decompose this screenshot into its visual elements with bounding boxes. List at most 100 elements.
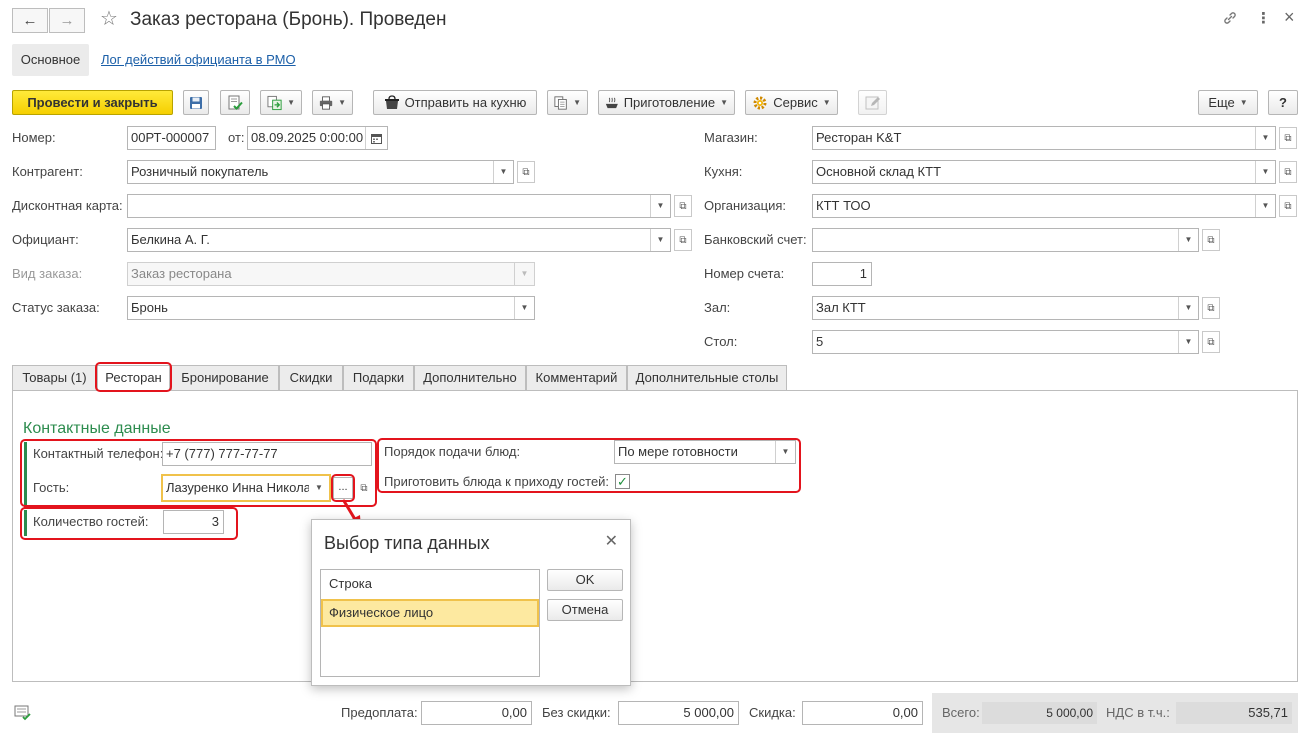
post-and-close-button[interactable]: Провести и закрыть xyxy=(12,90,173,115)
cooking-icon xyxy=(605,97,618,108)
printer-icon xyxy=(319,95,333,110)
post-and-close-label: Провести и закрыть xyxy=(27,95,158,110)
order-status-label: Статус заказа: xyxy=(12,300,100,315)
more-options-icon[interactable]: ⋮ xyxy=(1256,10,1271,28)
order-type-label: Вид заказа: xyxy=(12,266,83,281)
hall-value: Зал КТТ xyxy=(816,300,866,315)
number-field[interactable]: 00РТ-000007 xyxy=(127,126,216,150)
chevron-down-icon: ▼ xyxy=(822,98,831,107)
chevron-down-icon[interactable]: ▼ xyxy=(1255,127,1275,149)
annotation-highlight-tab xyxy=(95,362,172,392)
organization-field[interactable]: КТТ ТОО ▼ xyxy=(812,194,1276,218)
more-menu-label: Еще xyxy=(1208,95,1235,110)
hall-field[interactable]: Зал КТТ ▼ xyxy=(812,296,1199,320)
date-value: 08.09.2025 0:00:00 xyxy=(251,130,364,145)
chevron-down-icon[interactable]: ▼ xyxy=(1178,229,1198,251)
open-kitchen-icon[interactable]: ⧉ xyxy=(1279,161,1297,183)
open-organization-icon[interactable]: ⧉ xyxy=(1279,195,1297,217)
print-button[interactable]: ▼ xyxy=(312,90,353,115)
edit-button[interactable] xyxy=(858,90,887,115)
open-counterparty-icon[interactable]: ⧉ xyxy=(517,161,535,183)
open-table-icon[interactable]: ⧉ xyxy=(1202,331,1220,353)
kitchen-field[interactable]: Основной склад КТТ ▼ xyxy=(812,160,1276,184)
preparation-button[interactable]: Приготовление ▼ xyxy=(598,90,735,115)
chevron-down-icon[interactable]: ▼ xyxy=(1178,297,1198,319)
table-value: 5 xyxy=(816,334,824,349)
tab-comment[interactable]: Комментарий xyxy=(526,365,627,391)
discount-card-field[interactable]: ▼ xyxy=(127,194,671,218)
dialog-ok-button[interactable]: OK xyxy=(547,569,623,591)
counterparty-label: Контрагент: xyxy=(12,164,83,179)
counterparty-value: Розничный покупатель xyxy=(131,164,269,179)
dialog-cancel-button[interactable]: Отмена xyxy=(547,599,623,621)
create-based-on-icon xyxy=(267,95,282,110)
chevron-down-icon: ▼ xyxy=(1239,98,1248,107)
more-menu-button[interactable]: Еще ▼ xyxy=(1198,90,1258,115)
tab-discounts[interactable]: Скидки xyxy=(279,365,343,391)
chef-pot-icon xyxy=(384,94,399,109)
counterparty-field[interactable]: Розничный покупатель ▼ xyxy=(127,160,514,184)
copy-button[interactable]: ▼ xyxy=(547,90,588,115)
help-button[interactable]: ? xyxy=(1268,90,1298,115)
tab-additional-tables[interactable]: Дополнительные столы xyxy=(627,365,787,391)
service-button[interactable]: Сервис ▼ xyxy=(745,90,838,115)
prepayment-field[interactable]: 0,00 xyxy=(421,701,532,725)
send-to-kitchen-button[interactable]: Отправить на кухню xyxy=(373,90,537,115)
save-button[interactable] xyxy=(183,90,209,115)
chevron-down-icon[interactable]: ▼ xyxy=(493,161,513,183)
tab-gifts[interactable]: Подарки xyxy=(343,365,414,391)
tab-booking[interactable]: Бронирование xyxy=(171,365,279,391)
open-discount-card-icon[interactable]: ⧉ xyxy=(674,195,692,217)
close-icon[interactable]: × xyxy=(1284,8,1295,26)
forward-arrow-icon: → xyxy=(59,12,75,29)
type-list: Строка Физическое лицо xyxy=(320,569,540,677)
chevron-down-icon[interactable]: ▼ xyxy=(1255,161,1275,183)
open-bank-account-icon[interactable]: ⧉ xyxy=(1202,229,1220,251)
shop-field[interactable]: Ресторан K&T ▼ xyxy=(812,126,1276,150)
order-status-field[interactable]: Бронь ▼ xyxy=(127,296,535,320)
back-button[interactable]: ← xyxy=(12,8,48,33)
open-shop-icon[interactable]: ⧉ xyxy=(1279,127,1297,149)
open-waiter-icon[interactable]: ⧉ xyxy=(674,229,692,251)
waiter-log-link[interactable]: Лог действий официанта в РМО xyxy=(101,52,296,68)
account-number-label: Номер счета: xyxy=(704,266,785,281)
link-icon[interactable] xyxy=(1222,10,1238,26)
dialog-close-icon[interactable]: ✕ xyxy=(605,532,618,552)
discount-field[interactable]: 0,00 xyxy=(802,701,923,725)
tab-goods[interactable]: Товары (1) xyxy=(12,365,97,391)
kitchen-value: Основной склад КТТ xyxy=(816,164,942,179)
edit-pencil-icon xyxy=(865,96,880,109)
chevron-down-icon[interactable]: ▼ xyxy=(1178,331,1198,353)
calendar-icon[interactable] xyxy=(365,127,387,149)
favorite-star-icon[interactable]: ☆ xyxy=(100,7,118,31)
discount-label: Скидка: xyxy=(749,705,796,720)
chevron-down-icon[interactable]: ▼ xyxy=(650,195,670,217)
bank-account-field[interactable]: ▼ xyxy=(812,228,1199,252)
help-label: ? xyxy=(1279,95,1287,110)
table-label: Стол: xyxy=(704,334,738,349)
open-hall-icon[interactable]: ⧉ xyxy=(1202,297,1220,319)
post-button[interactable] xyxy=(220,90,250,115)
message-list-icon[interactable] xyxy=(14,705,32,721)
number-label: Номер: xyxy=(12,130,56,145)
shop-label: Магазин: xyxy=(704,130,758,145)
waiter-field[interactable]: Белкина А. Г. ▼ xyxy=(127,228,671,252)
chevron-down-icon[interactable]: ▼ xyxy=(1255,195,1275,217)
no-discount-field[interactable]: 5 000,00 xyxy=(618,701,739,725)
window-title: Заказ ресторана (Бронь). Проведен xyxy=(130,9,447,30)
date-field[interactable]: 08.09.2025 0:00:00 xyxy=(247,126,388,150)
section-main[interactable]: Основное xyxy=(12,44,89,76)
chevron-down-icon[interactable]: ▼ xyxy=(514,297,534,319)
table-field[interactable]: 5 ▼ xyxy=(812,330,1199,354)
floppy-disk-icon xyxy=(190,96,202,109)
contact-data-title: Контактные данные xyxy=(23,420,171,437)
forward-button[interactable]: → xyxy=(49,8,85,33)
back-arrow-icon: ← xyxy=(22,12,38,29)
type-option-string[interactable]: Строка xyxy=(321,570,539,598)
totals-area: Всего: 5 000,00 НДС в т.ч.: 535,71 xyxy=(932,693,1298,733)
tab-additional[interactable]: Дополнительно xyxy=(414,365,526,391)
create-based-on-button[interactable]: ▼ xyxy=(260,90,302,115)
account-number-field[interactable]: 1 xyxy=(812,262,872,286)
chevron-down-icon[interactable]: ▼ xyxy=(650,229,670,251)
type-option-individual[interactable]: Физическое лицо xyxy=(321,599,539,627)
